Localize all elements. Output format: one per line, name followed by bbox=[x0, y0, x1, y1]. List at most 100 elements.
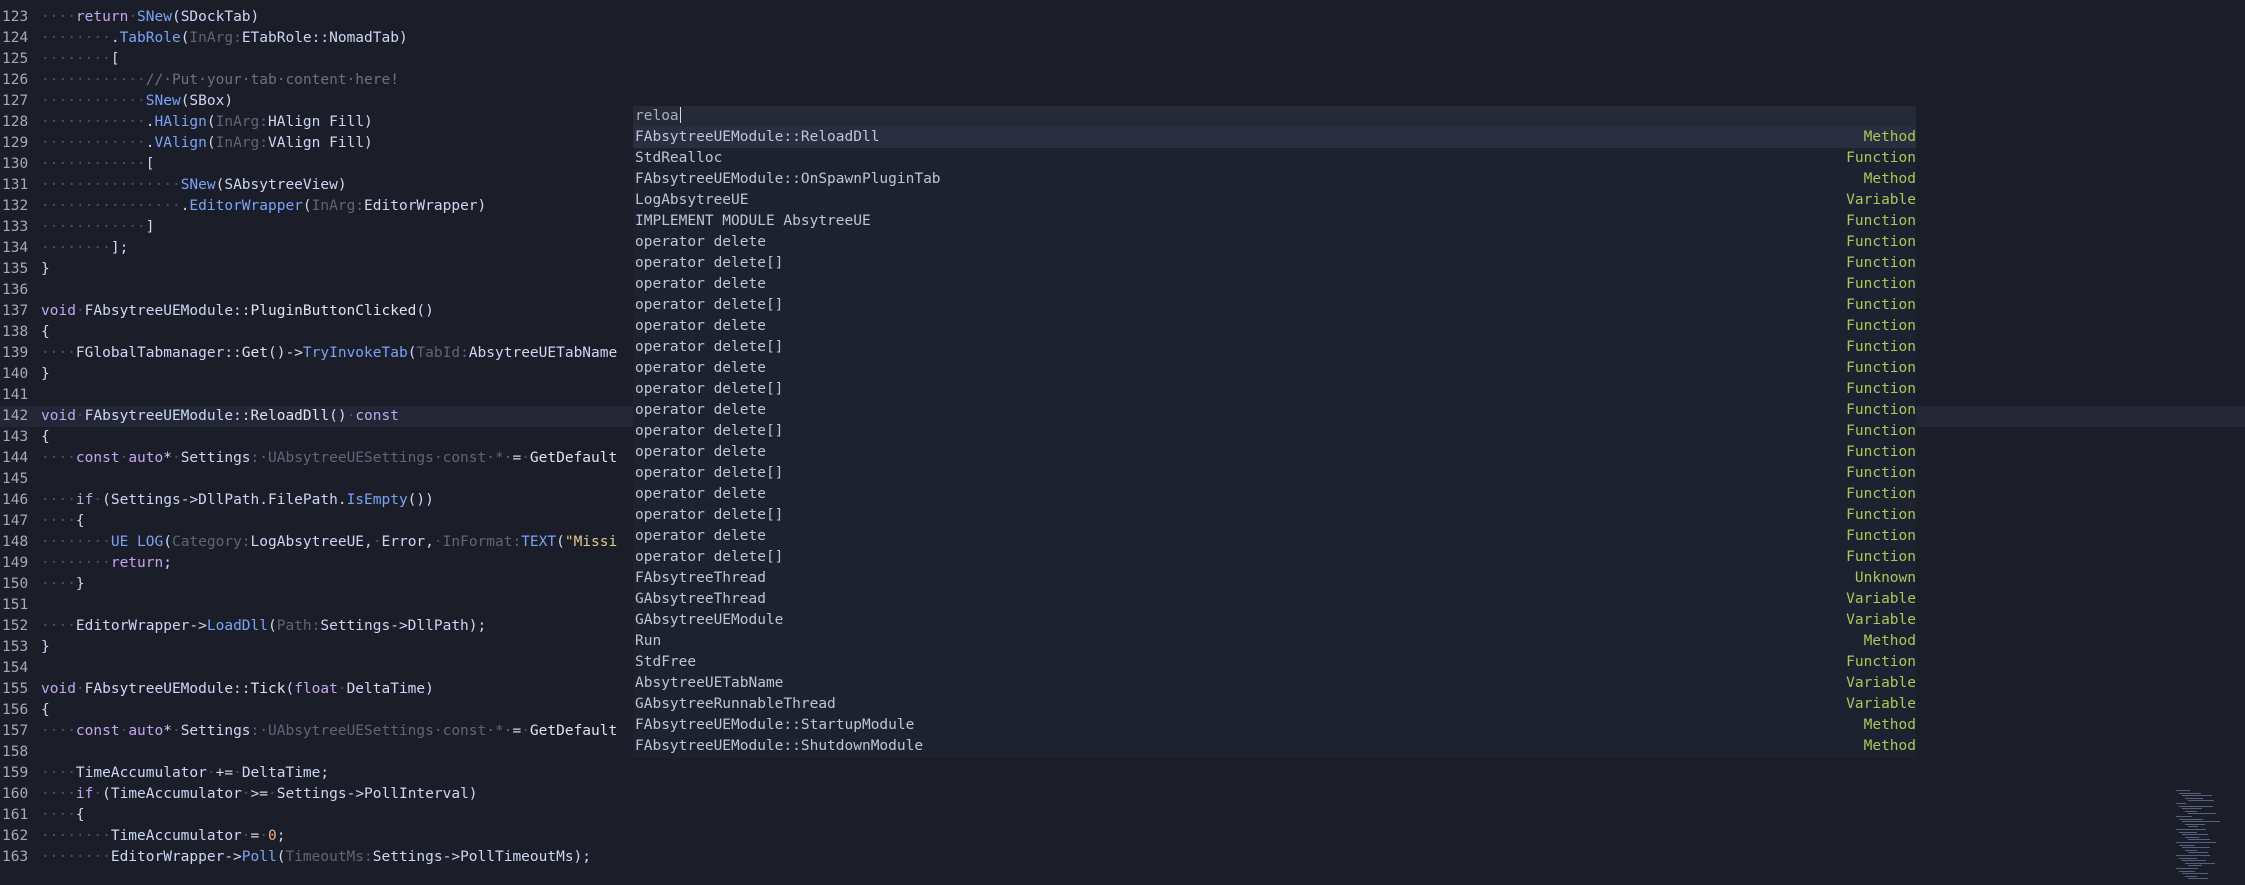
completion-item-kind: Function bbox=[1846, 339, 1916, 355]
completion-popup[interactable]: reloa FAbsytreeUEModule::ReloadDll Method… bbox=[633, 106, 1916, 758]
completion-item[interactable]: operator delete[] Function bbox=[633, 337, 1916, 358]
line-content[interactable]: } bbox=[41, 364, 50, 385]
line-content[interactable]: ········.TabRole(InArg:ETabRole::NomadTa… bbox=[41, 28, 408, 49]
line-number: 152 bbox=[2, 618, 29, 634]
line-content[interactable]: ····{ bbox=[41, 511, 85, 532]
line-content[interactable]: void·FAbsytreeUEModule::PluginButtonClic… bbox=[41, 301, 434, 322]
completion-item[interactable]: LogAbsytreeUE Variable bbox=[633, 190, 1916, 211]
line-content[interactable]: ········[ bbox=[41, 49, 120, 70]
completion-item[interactable]: operator delete[] Function bbox=[633, 379, 1916, 400]
completion-item[interactable]: operator delete[] Function bbox=[633, 295, 1916, 316]
minimap-line bbox=[2179, 805, 2213, 807]
minimap-line bbox=[2176, 855, 2210, 856]
completion-item[interactable]: GAbsytreeThread Variable bbox=[633, 589, 1916, 610]
code-line[interactable]: 160 ····if·(TimeAccumulator·>=·Settings->… bbox=[0, 784, 2245, 805]
line-content[interactable]: ············SNew(SBox) bbox=[41, 91, 233, 112]
line-content[interactable]: { bbox=[41, 322, 50, 343]
line-content[interactable]: void·FAbsytreeUEModule::Tick(float·Delta… bbox=[41, 679, 434, 700]
line-content[interactable]: ················SNew(SAbsytreeView) bbox=[41, 175, 347, 196]
line-content[interactable]: ············[ bbox=[41, 154, 155, 175]
completion-item[interactable]: operator delete Function bbox=[633, 316, 1916, 337]
minimap[interactable] bbox=[2176, 790, 2242, 882]
line-number: 162 bbox=[2, 828, 29, 844]
code-line[interactable]: 163 ········EditorWrapper->Poll(TimeoutMs… bbox=[0, 847, 2245, 868]
minimap-line bbox=[2188, 865, 2202, 867]
line-content[interactable]: ················.EditorWrapper(InArg:Edi… bbox=[41, 196, 486, 217]
line-content[interactable]: ····if·(TimeAccumulator·>=·Settings->Pol… bbox=[41, 784, 478, 805]
line-content[interactable]: } bbox=[41, 637, 50, 658]
completion-item[interactable]: StdRealloc Function bbox=[633, 148, 1916, 169]
line-content[interactable]: void·FAbsytreeUEModule::ReloadDll()·cons… bbox=[41, 406, 399, 427]
code-line[interactable]: 123 ····return·SNew(SDockTab) bbox=[0, 7, 2245, 28]
completion-item[interactable]: operator delete[] Function bbox=[633, 547, 1916, 568]
line-content[interactable]: { bbox=[41, 700, 50, 721]
completion-item[interactable]: FAbsytreeUEModule::StartupModule Method bbox=[633, 715, 1916, 736]
completion-item[interactable]: operator delete[] Function bbox=[633, 421, 1916, 442]
completion-item[interactable]: FAbsytreeUEModule::OnSpawnPluginTab Metho… bbox=[633, 169, 1916, 190]
line-content[interactable]: ····TimeAccumulator·+=·DeltaTime; bbox=[41, 763, 329, 784]
line-content[interactable]: { bbox=[41, 427, 50, 448]
code-line[interactable]: 161 ····{ bbox=[0, 805, 2245, 826]
code-line[interactable]: 162 ········TimeAccumulator·=·0; bbox=[0, 826, 2245, 847]
line-content[interactable]: ····{ bbox=[41, 805, 85, 826]
line-number: 124 bbox=[2, 30, 29, 46]
completion-list[interactable]: FAbsytreeUEModule::ReloadDll Method StdRea… bbox=[633, 127, 1916, 757]
line-content[interactable]: } bbox=[41, 259, 50, 280]
line-content[interactable]: ········TimeAccumulator·=·0; bbox=[41, 826, 285, 847]
completion-item[interactable]: operator delete Function bbox=[633, 232, 1916, 253]
line-content[interactable]: ············//·Put·your·tab·content·here… bbox=[41, 70, 399, 91]
line-content[interactable]: ········return; bbox=[41, 553, 172, 574]
minimap-line bbox=[2182, 795, 2212, 797]
line-content[interactable]: ············.HAlign(InArg:HAlign Fill) bbox=[41, 112, 373, 133]
completion-item[interactable]: FAbsytreeUEModule::ReloadDll Method bbox=[633, 127, 1916, 148]
completion-item[interactable]: operator delete[] Function bbox=[633, 463, 1916, 484]
completion-item[interactable]: operator delete[] Function bbox=[633, 505, 1916, 526]
completion-item[interactable]: operator delete Function bbox=[633, 484, 1916, 505]
completion-item[interactable]: Run Method bbox=[633, 631, 1916, 652]
line-content[interactable]: ············] bbox=[41, 217, 155, 238]
line-content[interactable]: ····const·auto*·Settings:·UAbsytreeUESet… bbox=[41, 448, 617, 469]
line-number: 156 bbox=[2, 702, 29, 718]
line-number: 140 bbox=[2, 366, 29, 382]
completion-item[interactable]: GAbsytreeUEModule Variable bbox=[633, 610, 1916, 631]
line-content[interactable]: ········EditorWrapper->Poll(TimeoutMs:Se… bbox=[41, 847, 591, 868]
minimap-line bbox=[2185, 836, 2199, 838]
line-number: 141 bbox=[2, 387, 29, 403]
completion-item-kind: Function bbox=[1846, 297, 1916, 313]
code-line[interactable]: 159 ····TimeAccumulator·+=·DeltaTime; bbox=[0, 763, 2245, 784]
completion-item[interactable]: GAbsytreeRunnableThread Variable bbox=[633, 694, 1916, 715]
completion-item-label: StdRealloc bbox=[635, 150, 723, 166]
completion-item[interactable]: AbsytreeUETabName Variable bbox=[633, 673, 1916, 694]
code-line[interactable]: 122 bbox=[0, 0, 2245, 7]
line-content[interactable]: ········UE LOG(Category:LogAbsytreeUE,·E… bbox=[41, 532, 617, 553]
completion-item-kind: Variable bbox=[1846, 696, 1916, 712]
line-content[interactable]: ····if·(Settings->DllPath.FilePath.IsEmp… bbox=[41, 490, 434, 511]
line-content[interactable]: ····EditorWrapper->LoadDll(Path:Settings… bbox=[41, 616, 486, 637]
completion-item[interactable]: operator delete Function bbox=[633, 400, 1916, 421]
completion-item[interactable]: operator delete Function bbox=[633, 526, 1916, 547]
line-content[interactable]: ····FGlobalTabmanager::Get()->TryInvokeT… bbox=[41, 343, 617, 364]
code-line[interactable]: 125 ········[ bbox=[0, 49, 2245, 70]
line-number: 133 bbox=[2, 219, 29, 235]
completion-item[interactable]: operator delete Function bbox=[633, 442, 1916, 463]
minimap-line bbox=[2188, 852, 2208, 854]
line-content[interactable]: ····const·auto*·Settings:·UAbsytreeUESet… bbox=[41, 721, 617, 742]
completion-item[interactable]: operator delete Function bbox=[633, 358, 1916, 379]
line-content[interactable]: ····return·SNew(SDockTab) bbox=[41, 7, 259, 28]
line-content[interactable]: ····} bbox=[41, 574, 85, 595]
completion-item[interactable]: FAbsytreeUEModule::ShutdownModule Method bbox=[633, 736, 1916, 757]
line-content[interactable]: ········]; bbox=[41, 238, 128, 259]
line-number: 163 bbox=[2, 849, 29, 865]
line-number: 137 bbox=[2, 303, 29, 319]
completion-search-input[interactable]: reloa bbox=[633, 106, 1916, 127]
line-content[interactable]: ············.VAlign(InArg:VAlign Fill) bbox=[41, 133, 373, 154]
completion-item[interactable]: StdFree Function bbox=[633, 652, 1916, 673]
completion-item-kind: Function bbox=[1846, 423, 1916, 439]
completion-item[interactable]: operator delete[] Function bbox=[633, 253, 1916, 274]
completion-item[interactable]: IMPLEMENT MODULE AbsytreeUE Function bbox=[633, 211, 1916, 232]
code-line[interactable]: 126 ············//·Put·your·tab·content·h… bbox=[0, 70, 2245, 91]
code-line[interactable]: 124 ········.TabRole(InArg:ETabRole::Noma… bbox=[0, 28, 2245, 49]
completion-item[interactable]: FAbsytreeThread Unknown bbox=[633, 568, 1916, 589]
minimap-line bbox=[2188, 826, 2198, 828]
completion-item[interactable]: operator delete Function bbox=[633, 274, 1916, 295]
